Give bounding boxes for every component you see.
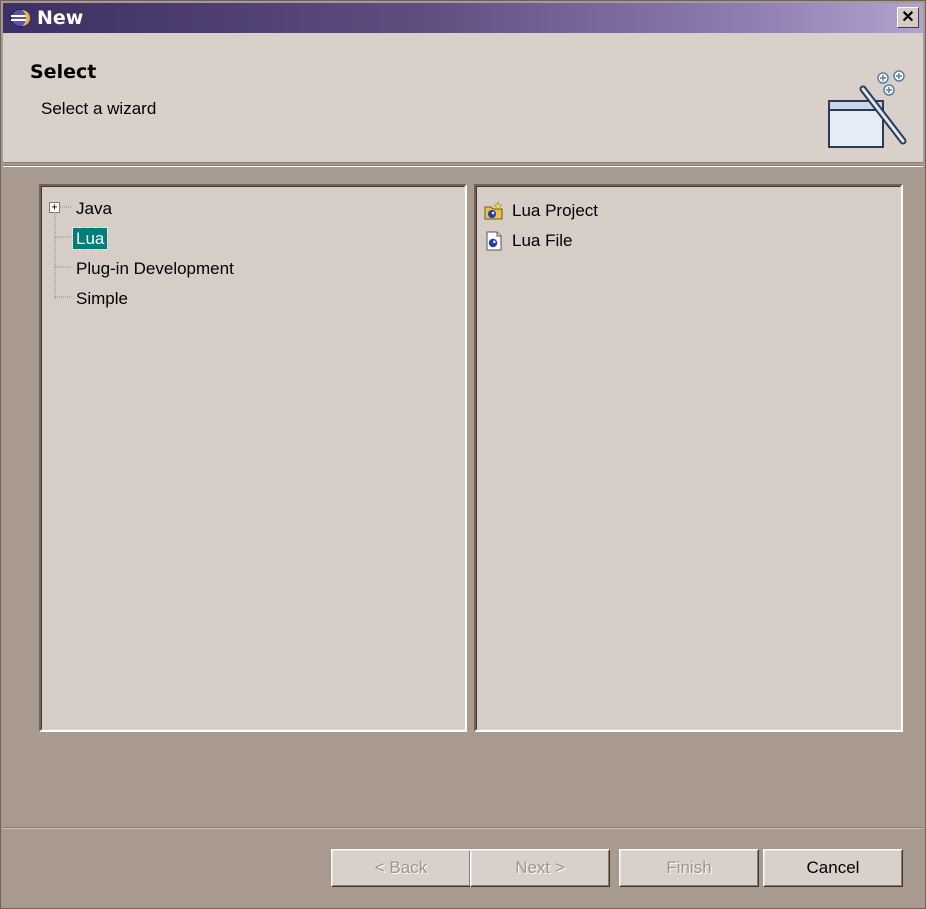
lua-file-icon xyxy=(486,231,502,251)
title-bar[interactable]: New ✕ xyxy=(3,3,923,33)
wizard-banner-icon xyxy=(828,70,907,148)
tree-item-label: Plug-in Development xyxy=(76,259,234,278)
category-tree-panel[interactable]: + Java Lua Plug-in Development Simple xyxy=(39,184,467,732)
tree-item-simple[interactable]: Simple xyxy=(49,284,237,314)
wizard-list-panel[interactable]: Lua Project Lua File xyxy=(474,184,903,732)
next-button[interactable]: Next > xyxy=(470,849,610,887)
wizard-item-label: Lua Project xyxy=(512,201,598,220)
button-bar-separator xyxy=(3,827,923,829)
tree-item-label: Simple xyxy=(76,289,128,308)
wizard-header: Select Select a wizard xyxy=(3,33,923,163)
wizard-item-lua-project[interactable]: Lua Project xyxy=(484,196,598,226)
cancel-button[interactable]: Cancel xyxy=(763,849,903,887)
wizard-list[interactable]: Lua Project Lua File xyxy=(484,196,598,256)
close-icon: ✕ xyxy=(901,8,915,26)
expand-plus-icon[interactable]: + xyxy=(49,202,60,213)
category-tree[interactable]: + Java Lua Plug-in Development Simple xyxy=(49,194,237,314)
tree-item-lua[interactable]: Lua xyxy=(49,224,237,254)
tree-item-java[interactable]: + Java xyxy=(49,194,237,224)
close-button[interactable]: ✕ xyxy=(897,7,919,28)
finish-button[interactable]: Finish xyxy=(619,849,759,887)
page-title: Select xyxy=(30,61,97,83)
tree-item-label: Java xyxy=(76,199,112,218)
tree-item-label: Lua xyxy=(71,227,109,250)
header-separator xyxy=(3,165,923,167)
lua-project-icon xyxy=(484,201,503,220)
eclipse-icon xyxy=(10,8,30,28)
window-title: New xyxy=(37,7,84,29)
new-wizard-dialog: New ✕ Select Select a wizard + Java Lua … xyxy=(0,0,926,909)
tree-item-plugin-development[interactable]: Plug-in Development xyxy=(49,254,237,284)
back-button[interactable]: < Back xyxy=(331,849,471,887)
wizard-item-label: Lua File xyxy=(512,231,573,250)
page-subtitle: Select a wizard xyxy=(41,99,157,118)
wizard-item-lua-file[interactable]: Lua File xyxy=(484,226,598,256)
